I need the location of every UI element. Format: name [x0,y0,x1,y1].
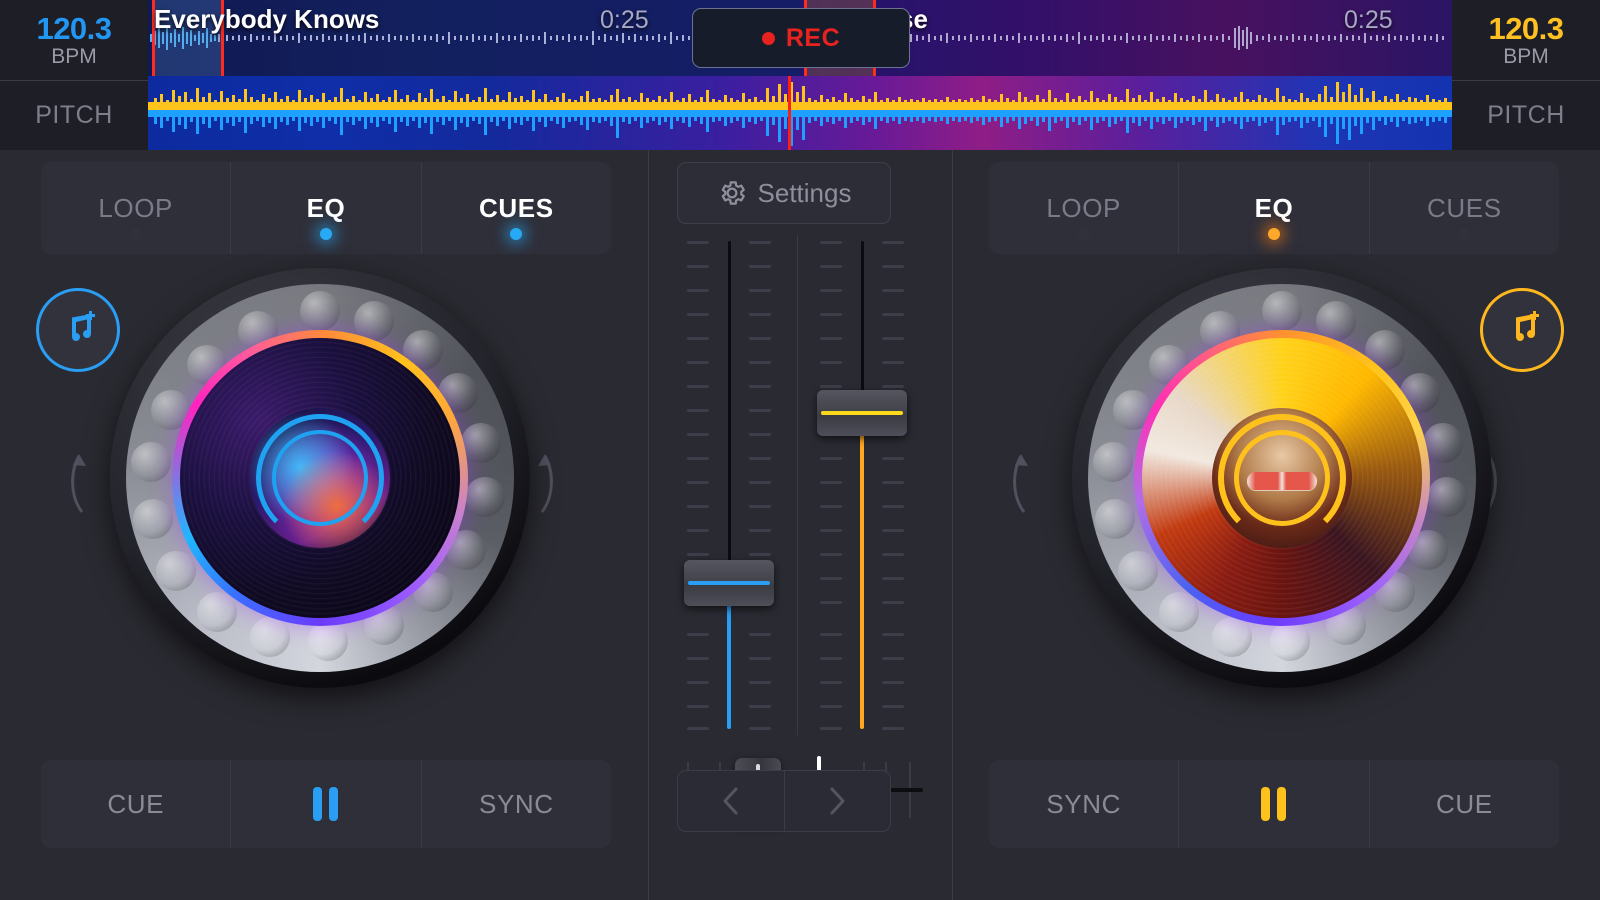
deck-b-bpm-column: 120.3 BPM PITCH [1452,0,1600,150]
pause-icon [1261,787,1287,821]
deck-b-bpm-display[interactable]: 120.3 BPM [1452,0,1600,80]
channel-faders [673,235,929,735]
deck-a-bpm-value: 120.3 [36,11,112,46]
deck-a-sync-button[interactable]: SYNC [422,760,611,848]
music-note-plus-icon [72,311,95,341]
deck-b: LOOP EQ CUES SYNC CUE [952,150,1600,900]
deck-a-jog-wheel[interactable] [110,268,530,688]
top-waveform-bar: 120.3 BPM PITCH Everybody Knows 0:25 0:2… [0,0,1600,150]
deck-b-tab-cues-label: CUES [1427,192,1502,223]
settings-button[interactable]: Settings [677,162,891,224]
deck-a-rotate-right-icon [538,454,553,513]
deck-b-sync-label: SYNC [1046,788,1121,819]
channel-b-fader-handle[interactable] [817,390,907,436]
detailed-waveform-svg [148,82,1452,146]
deck-a-pitch-control[interactable]: PITCH [0,80,148,150]
pause-icon [313,787,339,821]
settings-label: Settings [757,177,852,208]
deck-b-bpm-label: BPM [1503,45,1549,68]
deck-a-tab-eq-label: EQ [306,192,346,223]
deck-a-rotate-left-icon [71,454,86,513]
browse-prev-button[interactable] [678,771,785,831]
deck-b-tab-row: LOOP EQ CUES [989,162,1559,254]
deck-b-tab-loop[interactable]: LOOP [989,162,1180,254]
gear-icon [721,181,745,205]
waveform-playhead [788,76,791,150]
deck-a-tab-loop-label: LOOP [98,192,173,223]
channel-b-fader-fill [860,433,864,729]
deck-b-tab-loop-led [1077,228,1090,240]
deck-b-rotate-left-icon [1013,454,1028,513]
deck-a-tab-cues-led [510,228,523,240]
deck-b-cue-label: CUE [1435,788,1493,819]
channel-a-fader-fill [727,605,731,729]
deck-a-tab-eq[interactable]: EQ [231,162,422,254]
deck-b-tab-cues-led [1458,228,1471,240]
deck-a-cue-button[interactable]: CUE [41,760,232,848]
deck-a-tab-loop-led [129,228,142,240]
channel-a-fader-track [727,241,731,571]
channel-b-fader-track [860,241,864,401]
deck-a-tab-cues[interactable]: CUES [422,162,611,254]
mixer-panel: Settings [649,150,952,900]
deck-a-add-music-button[interactable] [36,288,120,372]
deck-b-jog-wheel[interactable] [1072,268,1492,688]
deck-a-sync-label: SYNC [479,788,554,819]
channel-a-fader-handle[interactable] [684,560,774,606]
channel-a-fader[interactable] [673,235,785,735]
deck-b-tab-eq-label: EQ [1254,192,1294,223]
deck-b-vinyl-platter [1142,338,1422,618]
record-label: REC [785,23,841,52]
deck-b-progress-ring-inner [1234,430,1330,526]
deck-b-play-pause-button[interactable] [1179,760,1370,848]
deck-b-pitch-control[interactable]: PITCH [1452,80,1600,150]
deck-b-tab-loop-label: LOOP [1046,192,1121,223]
deck-a-transport-row: CUE SYNC [41,760,611,848]
browse-nav [677,770,891,832]
deck-b-pitch-label: PITCH [1487,101,1565,129]
deck-a-pitch-label: PITCH [35,101,113,129]
deck-a-bpm-column: 120.3 BPM PITCH [0,0,148,150]
dj-app-root: 120.3 BPM PITCH Everybody Knows 0:25 0:2… [0,0,1600,900]
deck-a-tab-eq-led [319,228,332,240]
deck-b-tab-eq[interactable]: EQ [1179,162,1370,254]
deck-a-tab-cues-label: CUES [479,192,554,223]
browse-next-button[interactable] [785,771,891,831]
deck-a-cue-label: CUE [107,788,165,819]
deck-b-tab-eq-led [1267,228,1280,240]
deck-b-tab-cues[interactable]: CUES [1370,162,1559,254]
channel-b-fader[interactable] [806,235,918,735]
waveform-area[interactable]: Everybody Knows 0:25 DJ House 0:25 REC [148,0,1452,150]
deck-a: LOOP EQ CUES CUE SYNC [0,150,648,900]
deck-b-cue-button[interactable]: CUE [1370,760,1559,848]
deck-b-transport-row: SYNC CUE [989,760,1559,848]
deck-a-play-pause-button[interactable] [231,760,422,848]
fader-divider [797,235,798,735]
deck-a-vinyl-platter [180,338,460,618]
chevron-left-icon [723,787,738,815]
chevron-right-icon [830,787,845,815]
record-button[interactable]: REC [692,8,910,68]
deck-b-bpm-value: 120.3 [1488,11,1564,46]
music-note-plus-icon [1516,311,1539,341]
deck-a-tab-loop[interactable]: LOOP [41,162,232,254]
deck-a-track-time: 0:25 [600,6,649,34]
detailed-waveform[interactable] [148,76,1452,150]
deck-a-bpm-label: BPM [51,45,97,68]
deck-b-track-time: 0:25 [1344,6,1393,34]
deck-b-add-music-button[interactable] [1480,288,1564,372]
deck-b-sync-button[interactable]: SYNC [989,760,1180,848]
deck-a-progress-ring-inner [272,430,368,526]
deck-a-track-title: Everybody Knows [154,4,380,34]
deck-a-bpm-display[interactable]: 120.3 BPM [0,0,148,80]
deck-a-tab-row: LOOP EQ CUES [41,162,611,254]
record-dot-icon [761,31,775,45]
